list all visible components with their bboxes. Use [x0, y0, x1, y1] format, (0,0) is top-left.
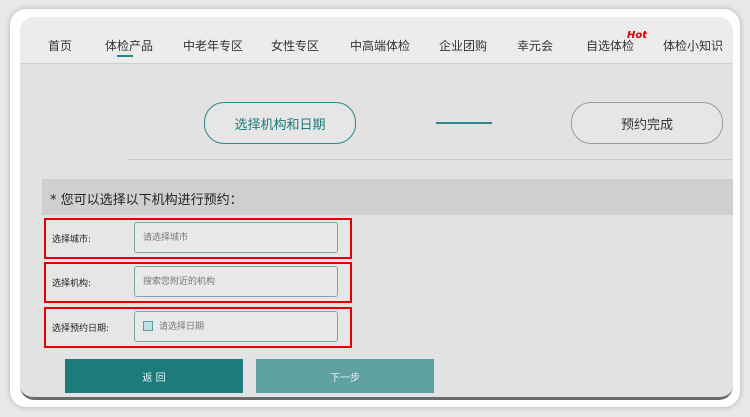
active-nav-indicator [117, 55, 133, 57]
top-nav: 首页 体检产品 中老年专区 女性专区 中高端体检 企业团购 幸元会 自选体检 H… [20, 17, 733, 64]
date-field-row: 选择预约日期: 请选择日期 [44, 307, 352, 348]
nav-item-knowledge[interactable]: 体检小知识 [663, 37, 723, 54]
step-select-org-date: 选择机构和日期 [204, 102, 356, 144]
booking-steps: 选择机构和日期 预约完成 [128, 64, 733, 160]
org-search-input[interactable]: 搜索您附近的机构 [134, 266, 338, 297]
step-booking-complete: 预约完成 [571, 102, 723, 144]
date-label: 选择预约日期: [52, 324, 110, 334]
org-label: 选择机构: [52, 279, 92, 289]
org-field-row: 选择机构: 搜索您附近的机构 [44, 262, 352, 303]
date-placeholder: 请选择日期 [159, 322, 205, 332]
nav-item-senior[interactable]: 中老年专区 [183, 37, 243, 54]
nav-item-corporate[interactable]: 企业团购 [439, 37, 487, 54]
browser-viewport: 首页 体检产品 中老年专区 女性专区 中高端体检 企业团购 幸元会 自选体检 H… [20, 17, 733, 400]
nav-item-premium[interactable]: 中高端体检 [350, 37, 410, 54]
back-button[interactable]: 返 回 [65, 359, 243, 393]
nav-item-home[interactable]: 首页 [48, 37, 72, 54]
step-connector [436, 122, 492, 124]
prompt-bar: * 您可以选择以下机构进行预约： [42, 179, 733, 215]
nav-item-women[interactable]: 女性专区 [271, 37, 319, 54]
city-input[interactable]: 请选择城市 [134, 222, 338, 253]
page: 首页 体检产品 中老年专区 女性专区 中高端体检 企业团购 幸元会 自选体检 H… [20, 17, 733, 397]
hot-badge: Hot [627, 30, 648, 41]
nav-item-xingyuanhui[interactable]: 幸元会 [517, 37, 553, 54]
next-step-button[interactable]: 下一步 [256, 359, 434, 393]
prompt-text: * 您可以选择以下机构进行预约： [50, 193, 243, 208]
date-input[interactable]: 请选择日期 [134, 311, 338, 342]
city-field-row: 选择城市: 请选择城市 [44, 218, 352, 259]
calendar-icon [143, 320, 153, 331]
nav-item-products[interactable]: 体检产品 [105, 37, 153, 54]
city-label: 选择城市: [52, 235, 92, 245]
